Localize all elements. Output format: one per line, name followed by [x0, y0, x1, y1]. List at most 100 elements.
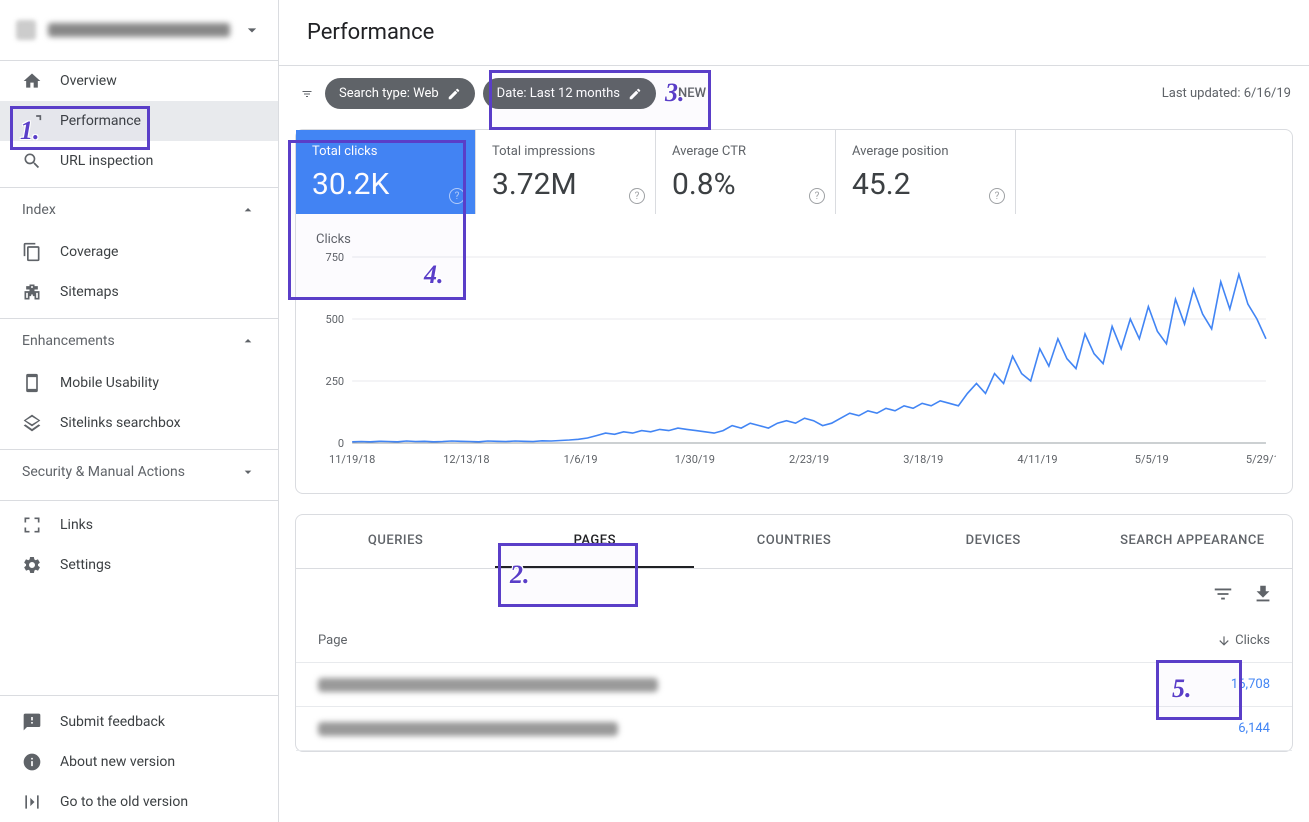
nav-about-new-version[interactable]: About new version	[0, 742, 278, 782]
info-icon	[22, 752, 42, 772]
nav-label: Links	[60, 517, 93, 533]
section-security[interactable]: Security & Manual Actions	[0, 449, 278, 494]
filter-icon[interactable]	[1212, 583, 1234, 605]
results-card: QUERIES PAGES COUNTRIES DEVICES SEARCH A…	[295, 514, 1293, 752]
svg-text:12/13/18: 12/13/18	[443, 453, 489, 466]
annotation-label-5: 5.	[1172, 674, 1192, 704]
metric-avg-ctr[interactable]: Average CTR 0.8% ?	[656, 130, 836, 214]
nav-coverage[interactable]: Coverage	[0, 232, 278, 272]
performance-card: Total clicks 30.2K ? Total impressions 3…	[295, 129, 1293, 494]
nav-url-inspection[interactable]: URL inspection	[0, 141, 278, 181]
metric-row: Total clicks 30.2K ? Total impressions 3…	[296, 130, 1292, 214]
table-toolbar	[296, 569, 1292, 619]
clicks-value: 6,144	[1238, 721, 1270, 736]
nav-label: URL inspection	[60, 153, 153, 169]
nav-submit-feedback[interactable]: Submit feedback	[0, 702, 278, 742]
filter-bar: Search type: Web Date: Last 12 months NE…	[279, 65, 1309, 121]
section-index[interactable]: Index	[0, 187, 278, 232]
page-title: Performance	[279, 0, 1309, 65]
nav-sitemaps[interactable]: Sitemaps	[0, 272, 278, 312]
chip-date[interactable]: Date: Last 12 months	[483, 78, 656, 109]
metric-avg-position[interactable]: Average position 45.2 ?	[836, 130, 1016, 214]
svg-text:2/23/19: 2/23/19	[789, 453, 829, 466]
nav-label: About new version	[60, 754, 175, 770]
arrow-down-icon	[1217, 634, 1231, 648]
annotation-label-4: 4.	[424, 260, 444, 290]
clicks-chart[interactable]: 025050075011/19/1812/13/181/6/191/30/192…	[312, 253, 1276, 473]
layers-icon	[22, 413, 42, 433]
chevron-down-icon	[242, 20, 262, 40]
svg-text:1/6/19: 1/6/19	[564, 453, 598, 466]
svg-text:500: 500	[326, 313, 345, 326]
tab-countries[interactable]: COUNTRIES	[694, 515, 893, 568]
exit-icon	[22, 792, 42, 812]
pencil-icon	[628, 87, 642, 101]
pencil-icon	[447, 87, 461, 101]
nav-label: Performance	[60, 113, 141, 129]
metric-total-clicks[interactable]: Total clicks 30.2K ?	[296, 130, 476, 214]
pages-icon	[22, 242, 42, 262]
nav-label: Coverage	[60, 244, 118, 260]
annotation-label-3: 3.	[665, 78, 685, 108]
nav-performance[interactable]: Performance	[0, 101, 278, 141]
property-name-blurred	[48, 23, 230, 37]
nav-settings[interactable]: Settings	[0, 545, 278, 585]
nav-mobile-usability[interactable]: Mobile Usability	[0, 363, 278, 403]
table-header: Page Clicks	[296, 619, 1292, 663]
nav-sitelinks-searchbox[interactable]: Sitelinks searchbox	[0, 403, 278, 443]
search-icon	[22, 151, 42, 171]
help-icon[interactable]: ?	[629, 188, 645, 204]
sidebar: Overview Performance URL inspection Inde…	[0, 0, 279, 822]
last-updated: Last updated: 6/16/19	[1162, 86, 1291, 101]
phone-icon	[22, 373, 42, 393]
metric-total-impressions[interactable]: Total impressions 3.72M ?	[476, 130, 656, 214]
svg-text:5/29/19: 5/29/19	[1246, 453, 1276, 466]
annotation-label-1: 1.	[20, 116, 40, 146]
sidebar-footer: Submit feedback About new version Go to …	[0, 695, 278, 822]
svg-text:250: 250	[326, 375, 345, 388]
nav-label: Sitemaps	[60, 284, 119, 300]
nav-label: Overview	[60, 73, 117, 89]
svg-text:4/11/19: 4/11/19	[1017, 453, 1057, 466]
svg-text:3/18/19: 3/18/19	[903, 453, 943, 466]
help-icon[interactable]: ?	[989, 188, 1005, 204]
section-enhancements[interactable]: Enhancements	[0, 318, 278, 363]
nav-label: Sitelinks searchbox	[60, 415, 181, 431]
chevron-down-icon	[240, 464, 256, 480]
svg-text:5/5/19: 5/5/19	[1135, 453, 1169, 466]
nav-label: Go to the old version	[60, 794, 188, 810]
help-icon[interactable]: ?	[449, 188, 465, 204]
filter-icon[interactable]	[297, 84, 317, 104]
home-icon	[22, 71, 42, 91]
col-clicks[interactable]: Clicks	[1217, 633, 1270, 648]
page-url-blurred	[318, 678, 658, 692]
property-logo	[16, 20, 36, 40]
tab-queries[interactable]: QUERIES	[296, 515, 495, 568]
link-icon	[22, 515, 42, 535]
page-url-blurred	[318, 722, 618, 736]
col-page: Page	[318, 633, 347, 648]
main-content: Performance Search type: Web Date: Last …	[279, 0, 1309, 822]
nav-go-to-old-version[interactable]: Go to the old version	[0, 782, 278, 822]
help-icon[interactable]: ?	[809, 188, 825, 204]
tab-devices[interactable]: DEVICES	[894, 515, 1093, 568]
nav-overview[interactable]: Overview	[0, 61, 278, 101]
download-icon[interactable]	[1252, 583, 1274, 605]
clicks-value: 16,708	[1231, 677, 1270, 692]
chip-search-type[interactable]: Search type: Web	[325, 78, 475, 109]
chevron-up-icon	[240, 202, 256, 218]
chevron-up-icon	[240, 333, 256, 349]
feedback-icon	[22, 712, 42, 732]
table-row[interactable]: 16,708	[296, 663, 1292, 707]
gear-icon	[22, 555, 42, 575]
svg-text:750: 750	[326, 253, 345, 264]
annotation-label-2: 2.	[510, 560, 530, 590]
svg-text:1/30/19: 1/30/19	[675, 453, 715, 466]
nav-links[interactable]: Links	[0, 500, 278, 545]
tab-search-appearance[interactable]: SEARCH APPEARANCE	[1093, 515, 1292, 568]
nav-label: Settings	[60, 557, 111, 573]
table-row[interactable]: 6,144	[296, 707, 1292, 751]
results-tabs: QUERIES PAGES COUNTRIES DEVICES SEARCH A…	[296, 515, 1292, 569]
property-selector[interactable]	[0, 0, 278, 61]
svg-text:0: 0	[338, 437, 344, 450]
